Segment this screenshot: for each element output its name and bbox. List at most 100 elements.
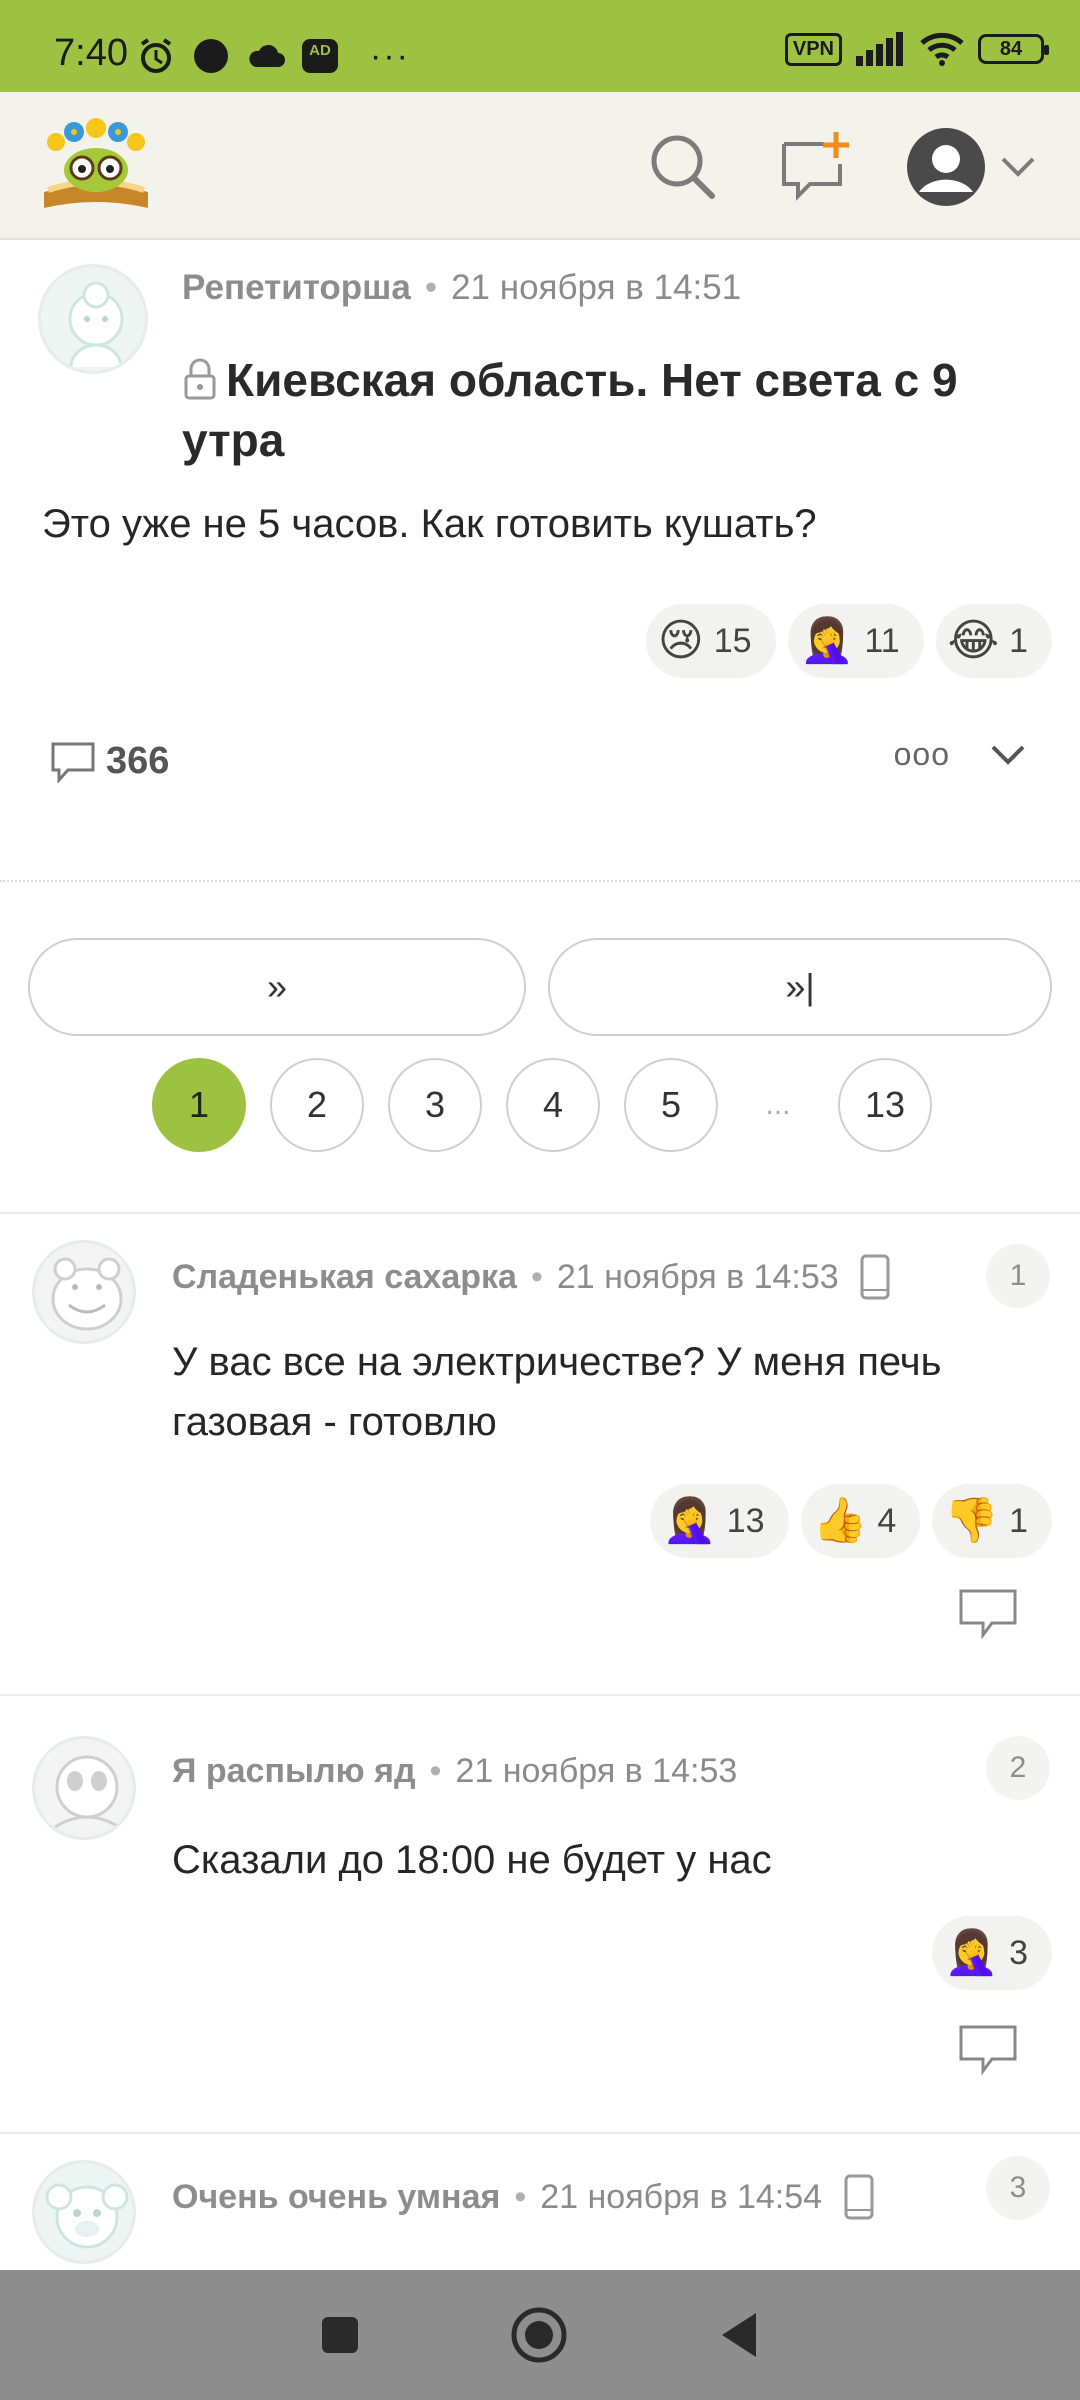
reply-icon[interactable] <box>958 1588 1018 1640</box>
new-post-button[interactable] <box>770 122 860 212</box>
comment: Я распылю яд • 21 ноября в 14:53 2 Сказали… <box>0 1696 1080 2132</box>
page-button-3[interactable]: 3 <box>388 1058 482 1152</box>
comment: Очень очень умная • 21 ноября в 14:54 3 <box>0 2134 1080 2270</box>
system-nav-bar <box>0 2270 1080 2400</box>
post-title[interactable]: Киевская область. Нет света с 9 утра <box>182 350 1022 470</box>
chevron-down-icon <box>1001 157 1035 177</box>
comment-author[interactable]: Сладенькая сахарка <box>172 1258 517 1296</box>
page-button-4[interactable]: 4 <box>506 1058 600 1152</box>
page-button-2[interactable]: 2 <box>270 1058 364 1152</box>
new-post-icon <box>782 132 849 201</box>
reaction-button[interactable]: 😢 15 <box>645 604 776 678</box>
next-page-button[interactable]: » <box>28 938 526 1036</box>
comment-text: Сказали до 18:00 не будет у нас <box>172 1838 772 1882</box>
reaction-button[interactable]: 🤦‍♀️ 11 <box>787 604 924 678</box>
reaction-count: 15 <box>713 621 752 660</box>
comment-avatar[interactable] <box>32 1736 136 1840</box>
divider <box>0 880 1080 882</box>
comment-author[interactable]: Я распылю яд <box>172 1752 416 1790</box>
mobile-device-icon <box>860 1254 890 1300</box>
reaction-button[interactable]: 👍 4 <box>800 1484 921 1558</box>
laughing-face-icon: 😂 <box>947 616 1000 665</box>
post-title-text: Киевская область. Нет света с 9 утра <box>182 354 958 466</box>
app-header <box>0 92 1080 240</box>
reaction-button[interactable]: 🤦‍♀️ 13 <box>649 1484 789 1558</box>
meta-separator: • <box>424 268 438 307</box>
post-meta: Репетиторша • 21 ноября в 14:51 <box>182 268 741 308</box>
page-button-13[interactable]: 13 <box>838 1058 932 1152</box>
status-icons-right: VPN 84 <box>784 32 1049 66</box>
reaction-count: 13 <box>726 1501 765 1540</box>
logo[interactable] <box>34 112 158 216</box>
reaction-button[interactable]: 😂 1 <box>935 604 1052 678</box>
meta-separator: • <box>429 1752 442 1790</box>
cloud-icon <box>249 44 285 67</box>
pagination-ellipsis: ... <box>742 1058 814 1152</box>
mobile-device-icon <box>844 2174 874 2220</box>
comment-avatar[interactable] <box>32 1240 136 1344</box>
comment-author[interactable]: Очень очень умная <box>172 2178 500 2216</box>
status-bar: 7:40 AD ··· VPN 84 <box>0 0 1080 92</box>
thumbs-down-icon: 👎 <box>944 1496 1000 1545</box>
battery-icon: 84 <box>978 34 1049 64</box>
comment-meta: Я распылю яд • 21 ноября в 14:53 <box>172 1752 737 1791</box>
page-button-5[interactable]: 5 <box>624 1058 718 1152</box>
post-body: Это уже не 5 часов. Как готовить кушать? <box>42 502 817 546</box>
reaction-count: 1 <box>1009 621 1028 660</box>
search-button[interactable] <box>638 122 728 212</box>
alarm-icon <box>140 38 172 73</box>
thumbs-up-icon: 👍 <box>812 1496 868 1545</box>
pagination: 1 2 3 4 5 ... 13 <box>152 1058 932 1152</box>
comments-count: 366 <box>106 740 170 782</box>
more-options-icon[interactable]: ooo <box>894 736 950 773</box>
account-icon <box>907 128 985 206</box>
post-reactions: 😢 15 🤦‍♀️ 11 😂 1 <box>645 604 1052 678</box>
page-button-1[interactable]: 1 <box>152 1058 246 1152</box>
meta-separator: • <box>530 1258 543 1296</box>
comment-number: 1 <box>986 1244 1050 1308</box>
last-page-button[interactable]: »| <box>548 938 1052 1036</box>
comment-reactions: 🤦‍♀️ 3 <box>932 1916 1052 1990</box>
ad-blocker-icon: AD <box>302 39 338 73</box>
reaction-count: 1 <box>1009 1501 1028 1540</box>
comment-number: 3 <box>986 2156 1050 2220</box>
comment-icon <box>51 742 95 783</box>
ad-badge-label: AD <box>309 42 331 59</box>
comment-number: 2 <box>986 1736 1050 1800</box>
facepalm-icon: 🤦‍♀️ <box>799 616 855 665</box>
reaction-count: 3 <box>1009 1933 1028 1972</box>
account-menu-button[interactable] <box>896 122 1046 212</box>
post-author[interactable]: Репетиторша <box>182 268 411 307</box>
wifi-icon <box>920 32 964 66</box>
post-tools: ooo <box>894 736 1026 773</box>
meta-separator: • <box>514 2178 527 2216</box>
chevron-down-icon[interactable] <box>990 744 1026 766</box>
post-time: 21 ноября в 14:51 <box>451 268 742 307</box>
signal-icon <box>856 32 903 66</box>
comment-avatar[interactable] <box>32 2160 136 2264</box>
reaction-count: 11 <box>864 621 900 660</box>
comment-meta: Очень очень умная • 21 ноября в 14:54 <box>172 2174 874 2220</box>
status-icons-left: AD ··· <box>136 36 410 76</box>
battery-level: 84 <box>999 38 1023 60</box>
comment-meta: Сладенькая сахарка • 21 ноября в 14:53 <box>172 1254 890 1300</box>
reaction-button[interactable]: 🤦‍♀️ 3 <box>932 1916 1052 1990</box>
facepalm-icon: 🤦‍♀️ <box>944 1928 1000 1977</box>
home-icon[interactable] <box>510 2306 568 2364</box>
vpn-icon: VPN <box>784 32 842 66</box>
comment-time: 21 ноября в 14:54 <box>540 2178 823 2216</box>
reaction-button[interactable]: 👎 1 <box>932 1484 1052 1558</box>
recent-apps-icon[interactable] <box>320 2315 360 2355</box>
reply-icon[interactable] <box>958 2024 1018 2076</box>
comment-reactions: 🤦‍♀️ 13 👍 4 👎 1 <box>649 1484 1052 1558</box>
comment-text: У вас все на электричестве? У меня печь … <box>172 1340 942 1444</box>
comment-time: 21 ноября в 14:53 <box>556 1258 839 1296</box>
lock-icon <box>184 358 216 400</box>
comments-count-button[interactable]: 366 <box>50 740 169 783</box>
back-icon[interactable] <box>718 2311 760 2359</box>
post: Репетиторша • 21 ноября в 14:51 Киевская о… <box>0 240 1080 880</box>
author-avatar[interactable] <box>38 264 148 374</box>
facepalm-icon: 🤦‍♀️ <box>661 1496 717 1545</box>
more-notifications-icon: ··· <box>370 36 410 75</box>
comment: Сладенькая сахарка • 21 ноября в 14:53 1 У… <box>0 1214 1080 1694</box>
